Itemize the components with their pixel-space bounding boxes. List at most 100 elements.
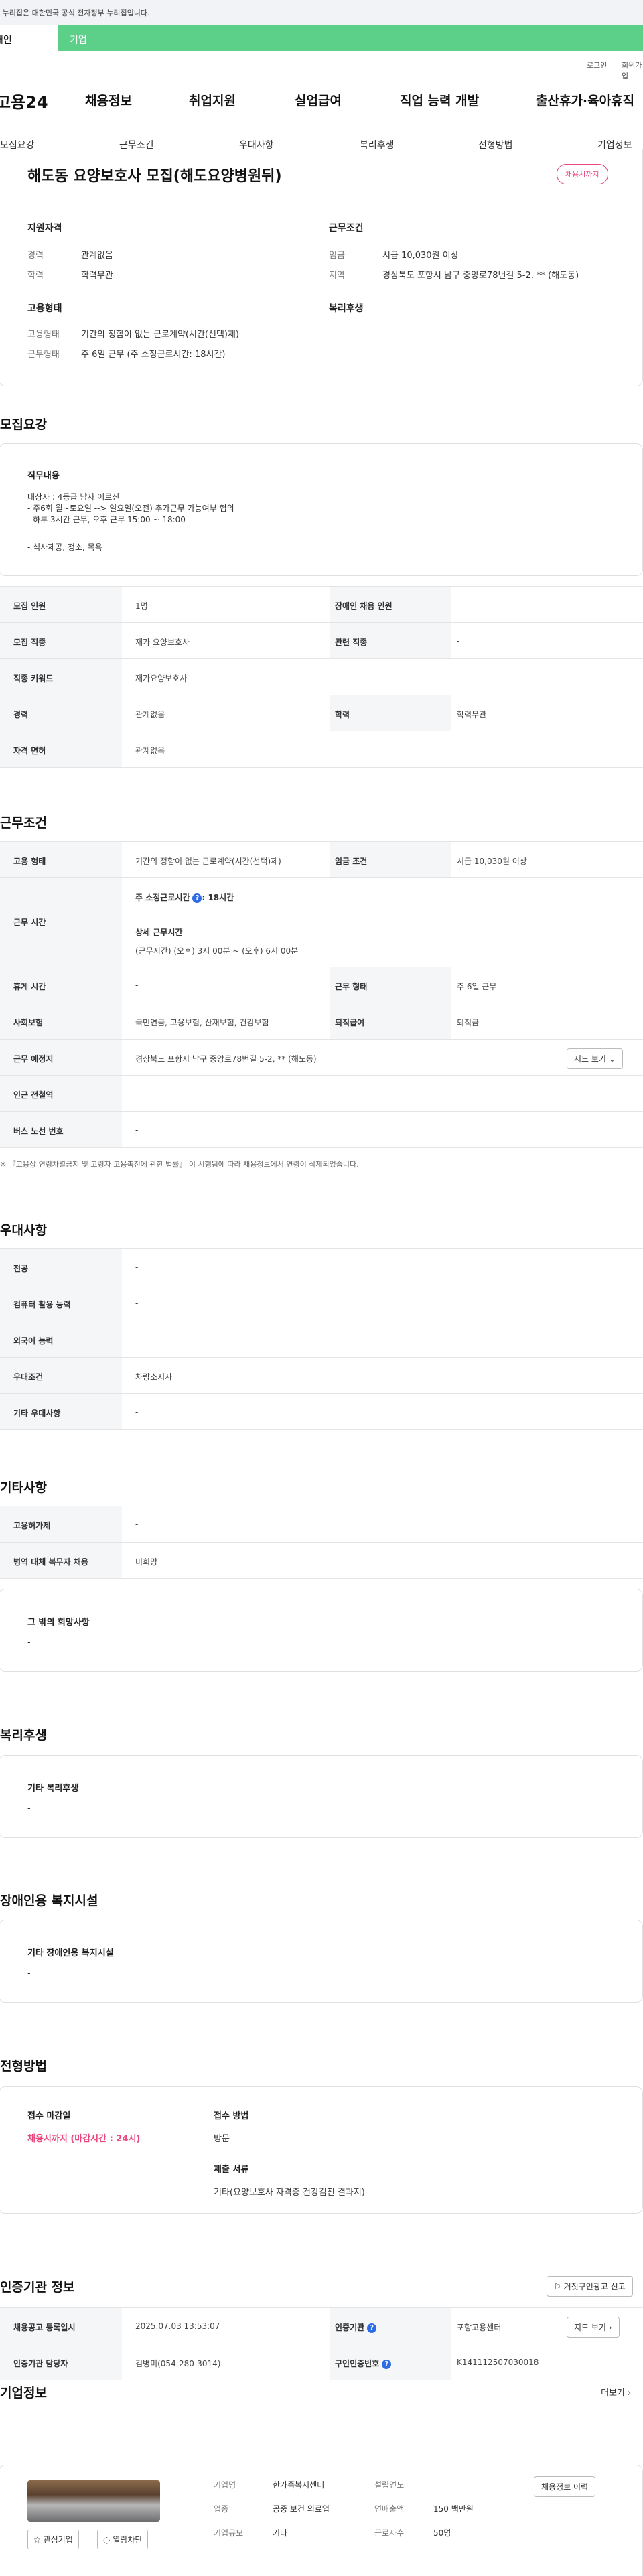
tab-personal[interactable]: 개인 — [0, 25, 58, 51]
report-false-ad-button[interactable]: ⚐ 거짓구인광고 신고 — [547, 2276, 633, 2297]
row-value: - — [457, 600, 460, 610]
row-header: 직종 키워드 — [13, 674, 54, 683]
region-label: 지역 — [329, 271, 345, 281]
table-row: 자격 면허 관계없음 — [0, 731, 643, 768]
deadline-value: 채용시까지 (마감시간 : 24시) — [27, 2134, 141, 2144]
detail-hours-value: (근무시간) (오후) 3시 00분 ~ (오후) 6시 00분 — [135, 946, 299, 956]
nav-item-employment-support[interactable]: 취업지원 — [189, 91, 236, 109]
org-map-button[interactable]: 지도 보기 › — [567, 2317, 620, 2338]
table-row: 외국어 능력 - — [0, 1321, 643, 1358]
company-section-title: 기업정보 — [0, 2386, 47, 2401]
row-header: 기타 우대사항 — [13, 1409, 61, 1418]
region-value: 경상북도 포항시 남구 중앙로78번길 5-2, ** (해도동) — [382, 271, 579, 281]
row-header: 경력 — [13, 710, 29, 719]
benefit-card: 기타 복리후생 - — [0, 1755, 643, 1838]
row-header: 인증기관 담당자 — [13, 2359, 68, 2368]
deadline-title: 접수 마감일 — [27, 2111, 71, 2121]
nav-item-maternity-leave[interactable]: 출산휴가·육아휴직 — [536, 91, 634, 109]
block-view-button[interactable]: ◌ 열람차단 — [97, 2530, 149, 2549]
selection-section-title: 전형방법 — [0, 2059, 47, 2074]
nav-item-jobs[interactable]: 채용정보 — [85, 91, 132, 109]
signup-link[interactable]: 회원가입 — [622, 60, 643, 81]
table-row: 컴퓨터 활용 능력 - — [0, 1285, 643, 1321]
row-value: - — [135, 1299, 139, 1308]
wage-value: 시급 10,030원 이상 — [382, 251, 459, 261]
founded-value: - — [433, 2479, 437, 2488]
row-header: 병역 대체 복무자 채용 — [13, 1557, 88, 1567]
weekly-hours: 주 소정근로시간?: 18시간 — [135, 893, 234, 903]
table-row: 병역 대체 복무자 채용 비희망 — [0, 1543, 643, 1579]
row-value: 기간의 정함이 없는 근로계약(시간(선택)제) — [135, 857, 281, 866]
table-row: 근무 시간 주 소정근로시간?: 18시간 상세 근무시간 (근무시간) (오후… — [0, 878, 643, 967]
founded-label: 설립연도 — [374, 2480, 405, 2490]
size-value: 기타 — [273, 2528, 288, 2538]
docs-value: 기타(요양보호사 자격증 건강검진 결과지) — [214, 2188, 365, 2198]
nav-item-job-training[interactable]: 직업 능력 개발 — [400, 91, 479, 109]
table-row: 우대조건 차량소지자 — [0, 1358, 643, 1394]
site-logo[interactable]: 고용24 — [0, 89, 48, 113]
row-value: 시급 10,030원 이상 — [457, 857, 527, 866]
pref-section-title: 우대사항 — [0, 1223, 47, 1238]
row-value: 퇴직금 — [457, 1018, 480, 1027]
row-header: 근무 형태 — [335, 982, 368, 991]
nav-item-unemployment-benefit[interactable]: 실업급여 — [295, 91, 342, 109]
table-row: 채용공고 등록일시 2025.07.03 13:53:07 인증기관? 포항고용… — [0, 2308, 643, 2344]
other-wishes-card: 그 밖의 희망사항 - — [0, 1589, 643, 1672]
disabled-section-title: 장애인용 복지시설 — [0, 1893, 98, 1908]
other-wishes-title: 그 밖의 희망사항 — [27, 1618, 90, 1628]
tab-corporate[interactable]: 기업 — [70, 33, 87, 46]
row-value: 1명 — [135, 601, 148, 611]
map-button[interactable]: 지도 보기 ⌄ — [567, 1048, 623, 1069]
row-value: - — [135, 1125, 139, 1135]
table-row: 직종 키워드 재가요양보호사 — [0, 659, 643, 695]
employment-type-value: 기간의 정함이 없는 근로계약(시간(선택)제) — [81, 330, 240, 340]
employees-value: 50명 — [433, 2528, 451, 2538]
sales-value: 150 백만원 — [433, 2504, 474, 2514]
row-header: 우대조건 — [13, 1372, 44, 1382]
sales-label: 연매출액 — [374, 2504, 405, 2514]
chevron-right-icon: › — [608, 2323, 612, 2332]
row-value: 재가 요양보호사 — [135, 638, 190, 647]
login-link[interactable]: 로그인 — [587, 60, 607, 70]
work-section-title: 근무조건 — [0, 816, 47, 831]
duty-card: 직무내용 대상자 : 4등급 남자 어르신 - 주6회 월~토요일 --> 일요… — [0, 443, 643, 576]
table-row: 근무 예정지 경상북도 포항시 남구 중앙로78번길 5-2, ** (해도동)… — [0, 1040, 643, 1076]
company-name-label: 기업명 — [214, 2480, 236, 2490]
size-label: 기업규모 — [214, 2528, 244, 2538]
table-row: 경력 관계없음 학력 학력무관 — [0, 695, 643, 731]
row-value: 관계없음 — [135, 710, 165, 719]
row-header: 고용허가제 — [13, 1521, 51, 1530]
job-history-button[interactable]: 채용정보 이력 — [534, 2476, 596, 2497]
table-row: 모집 직종 재가 요양보호사 관련 직종 - — [0, 623, 643, 659]
row-header: 모집 직종 — [13, 638, 46, 647]
row-value: - — [135, 1407, 139, 1417]
chevron-down-icon: ⌄ — [608, 1054, 616, 1064]
disabled-card: 기타 장애인용 복지시설 - — [0, 1920, 643, 2003]
info-icon[interactable]: ? — [367, 2323, 377, 2333]
row-value: K141112507030018 — [457, 2358, 539, 2367]
row-value: 차량소지자 — [135, 1372, 173, 1382]
industry-label: 업종 — [214, 2504, 229, 2514]
etc-section-title: 기타사항 — [0, 1480, 47, 1495]
row-value: 재가요양보호사 — [135, 674, 188, 683]
row-value: - — [135, 1520, 139, 1529]
row-header: 인증기관? — [335, 2321, 377, 2333]
table-row: 사회보험 국민연금, 고용보험, 산재보험, 건강보험 퇴직급여 퇴직금 — [0, 1003, 643, 1040]
main-nav: 고용24 채용정보 취업지원 실업급여 직업 능력 개발 출산휴가·육아휴직 — [0, 89, 643, 113]
row-header: 학력 — [335, 710, 350, 719]
gov-banner: 이 누리집은 대한민국 공식 전자정부 누리집입니다. — [0, 0, 643, 25]
info-icon[interactable]: ? — [382, 2359, 392, 2369]
row-value: 주 6일 근무 — [457, 982, 497, 991]
flag-icon: ⚐ — [554, 2282, 561, 2291]
table-row: 휴게 시간 - 근무 형태 주 6일 근무 — [0, 967, 643, 1003]
company-more-link[interactable]: 더보기 › — [601, 2386, 631, 2399]
selection-card: 접수 마감일 채용시까지 (마감시간 : 24시) 접수 방법 방문 제출 서류… — [0, 2086, 643, 2214]
duty-line: - 주6회 월~토요일 --> 일요일(오전) 추가근무 가능여부 협의 — [27, 504, 234, 513]
favorite-company-button[interactable]: ☆ 관심기업 — [27, 2530, 79, 2549]
star-icon: ☆ — [33, 2535, 41, 2545]
row-header: 채용공고 등록일시 — [13, 2323, 76, 2332]
benefit-sub-title: 기타 복리후생 — [27, 1784, 79, 1794]
detail-hours-title: 상세 근무시간 — [135, 928, 183, 937]
info-icon[interactable]: ? — [192, 893, 202, 903]
row-value: 2025.07.03 13:53:07 — [135, 2321, 220, 2331]
